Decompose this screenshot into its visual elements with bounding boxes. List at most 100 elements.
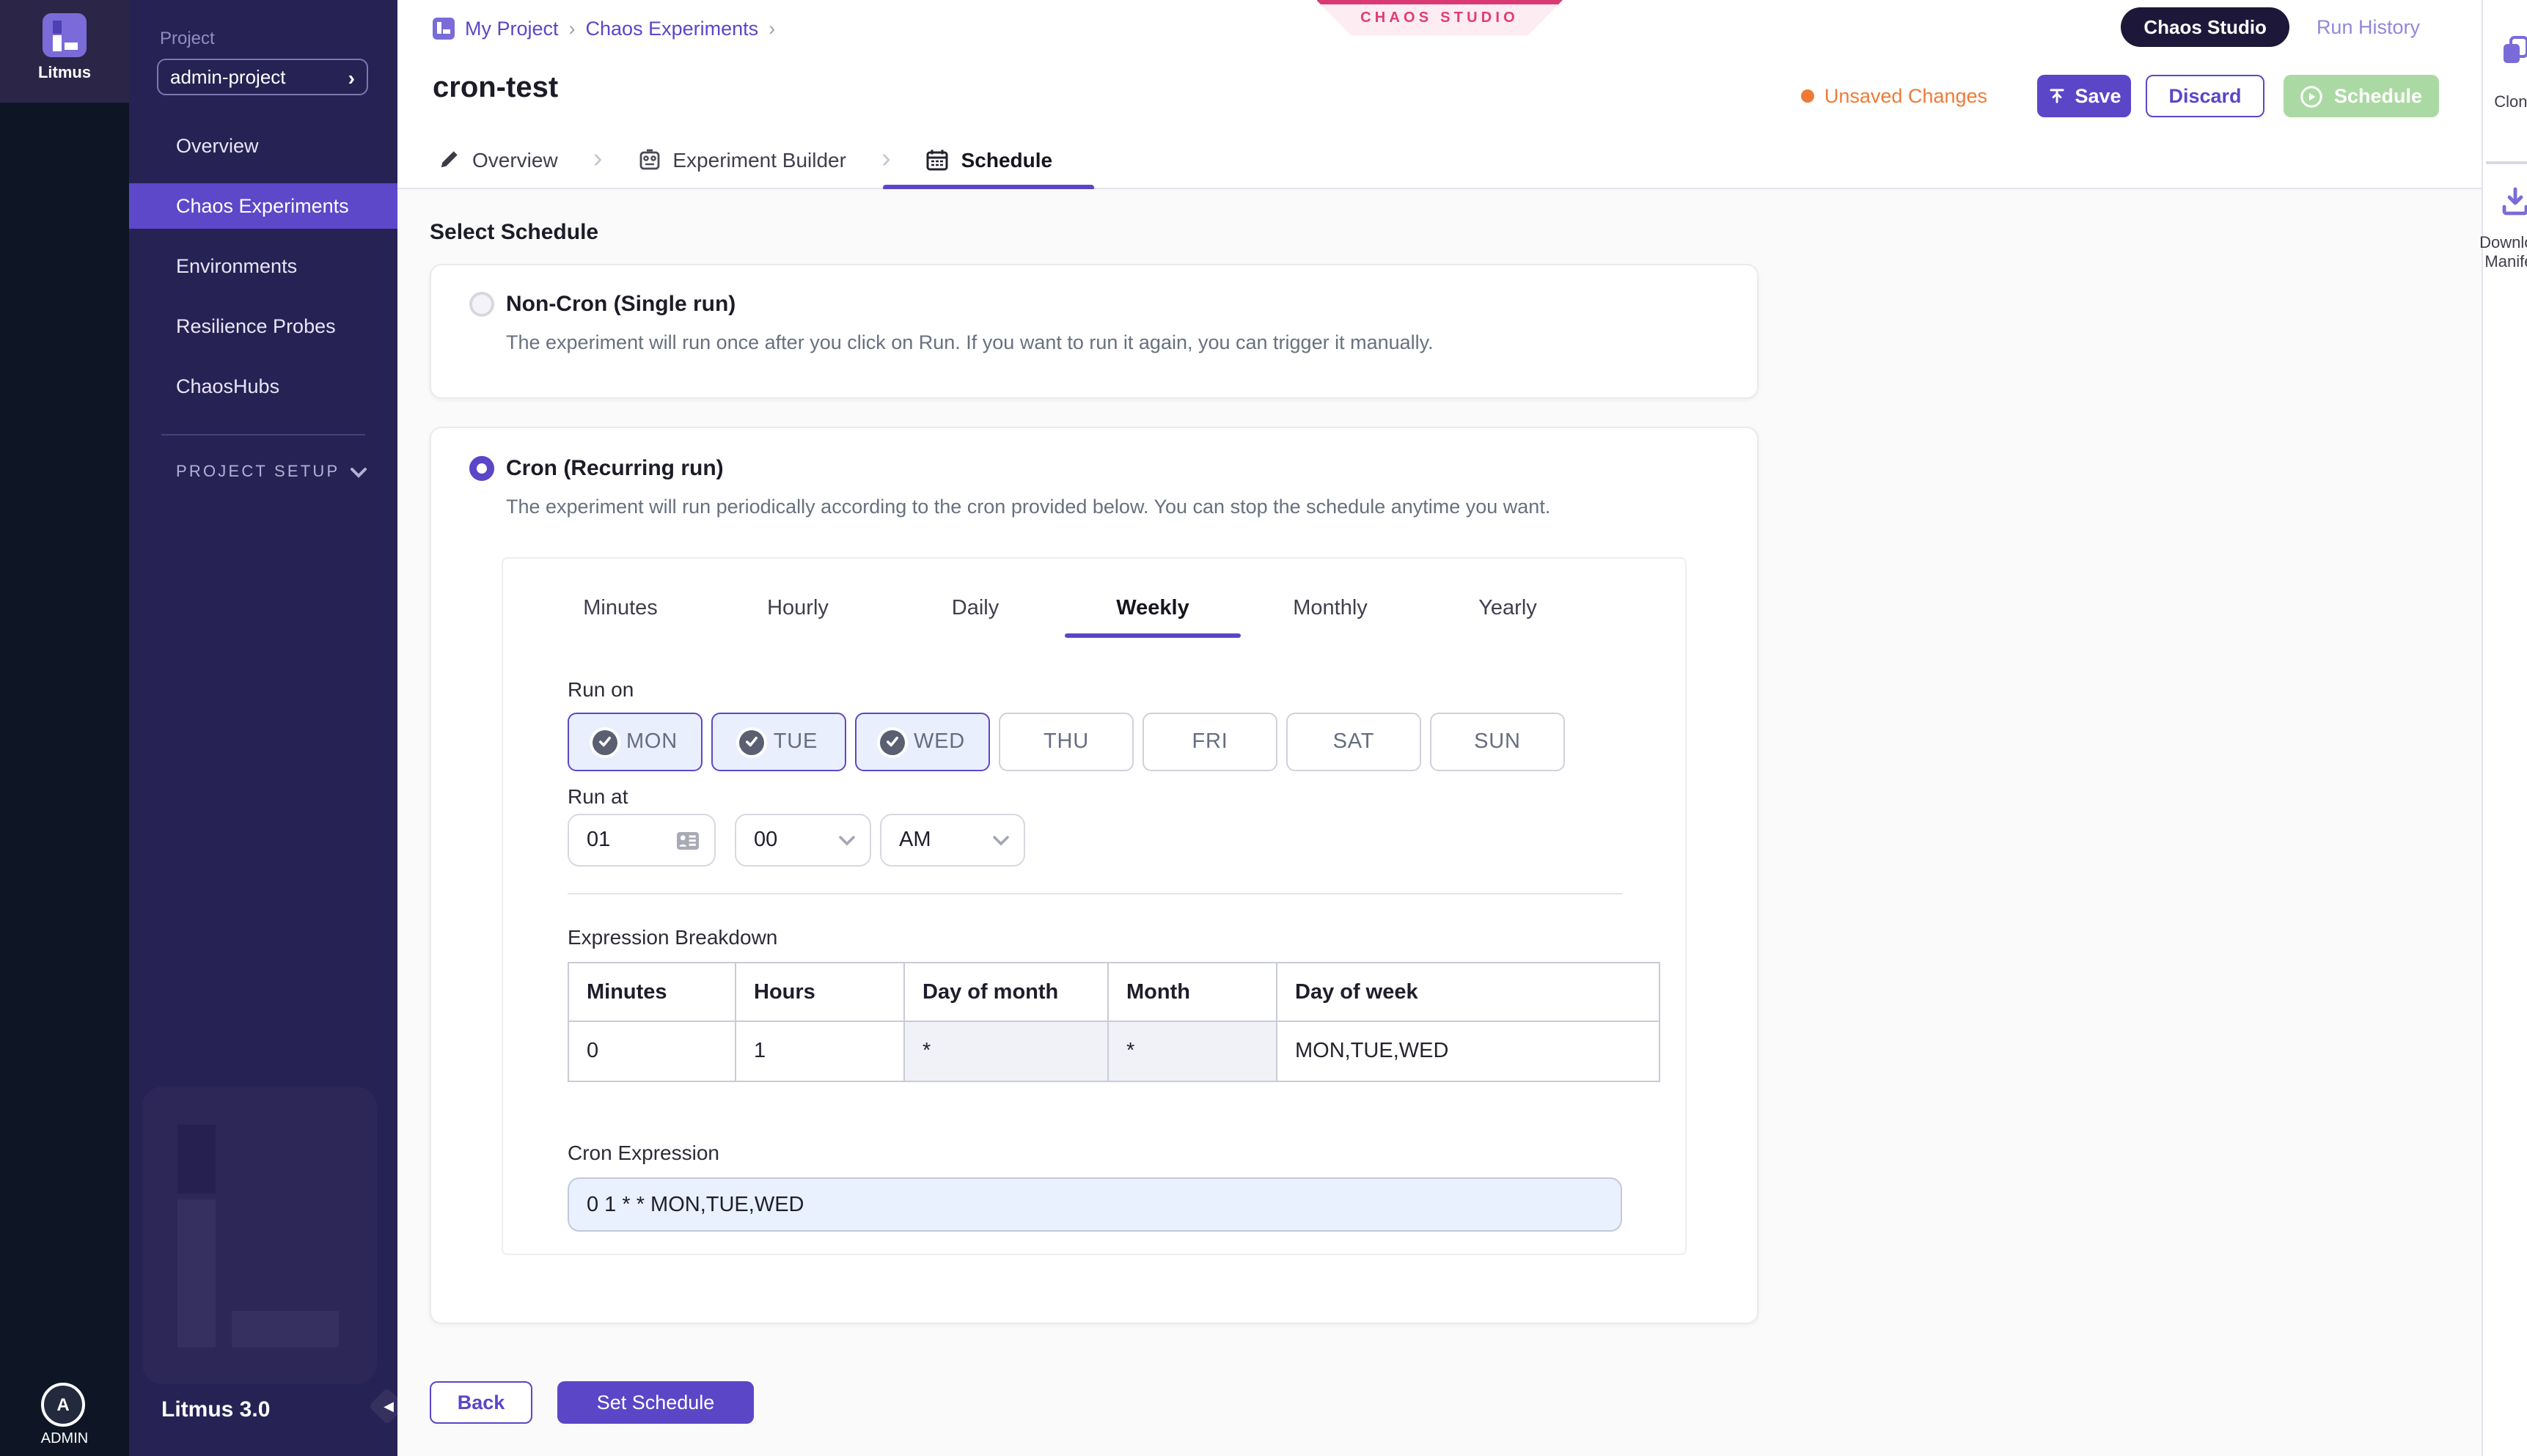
download-label: Download [2479,235,2527,254]
sidebar-divider [161,434,365,435]
sidebar-item-chaos-experiments[interactable]: Chaos Experiments [129,183,397,229]
freq-tab-weekly[interactable]: Weekly [1094,594,1211,623]
non-cron-description: The experiment will run once after you c… [506,330,1719,355]
cron-radio[interactable] [469,456,494,481]
pin-icon [2047,87,2066,106]
project-setup-toggle[interactable]: PROJECT SETUP [176,463,367,481]
litmus-logo-icon [43,13,87,57]
day-button-fri[interactable]: FRI [1143,713,1277,771]
tab-overview[interactable]: Overview [439,130,558,188]
chaos-studio-ribbon: CHAOS STUDIO [1316,0,1563,35]
clone-action[interactable]: Clone [2483,32,2527,113]
back-button[interactable]: Back [430,1381,532,1424]
builder-icon [637,147,661,171]
title-bar: cron-test Unsaved Changes Save Discard S… [397,56,2482,132]
cron-card: Cron (Recurring run) The experiment will… [430,427,1758,1324]
pencil-icon [439,148,461,170]
run-on-label: Run on [568,676,1685,702]
app-window: Litmus A ADMIN Project admin-project › O… [0,0,2527,1456]
sidebar-item-chaoshubs[interactable]: ChaosHubs [129,364,397,409]
ribbon-label: CHAOS STUDIO [1316,10,1563,26]
left-rail: Litmus A ADMIN [0,0,129,1456]
chevron-right-icon: › [348,67,355,87]
breadcrumb-chaos-experiments[interactable]: Chaos Experiments [586,17,759,39]
right-rail: Clone Download Manifest [2482,0,2527,1456]
footer-actions: Back Set Schedule [430,1381,2482,1424]
day-button-sat[interactable]: SAT [1286,713,1421,771]
freq-tab-minutes[interactable]: Minutes [562,594,679,623]
non-cron-card: Non-Cron (Single run) The experiment wil… [430,264,1758,399]
clone-label: Clone [2494,94,2527,113]
time-row: 01 00 AM [568,814,1685,867]
avatar[interactable]: A [41,1383,85,1427]
download-icon [2499,185,2527,217]
ribbon-top-bar [1316,0,1563,4]
title-actions: Unsaved Changes Save Discard Schedule [1801,75,2439,117]
unsaved-dot-icon [1801,89,1814,103]
set-schedule-button[interactable]: Set Schedule [557,1381,754,1424]
minute-select[interactable]: 00 [735,814,871,867]
expression-breakdown-label: Expression Breakdown [568,924,1685,950]
litmus-mini-logo-icon [433,17,455,39]
run-history-toggle[interactable]: Run History [2317,16,2420,38]
sidebar-item-overview[interactable]: Overview [129,123,397,169]
day-button-thu[interactable]: THU [999,713,1134,771]
download-manifest-action[interactable]: Download Manifest [2483,185,2527,273]
clone-icon [2498,32,2527,67]
sidebar-item-environments[interactable]: Environments [129,243,397,289]
chevron-down-icon [993,835,1009,845]
breadcrumb-my-project[interactable]: My Project [465,17,559,39]
breadcrumb-separator: › [569,17,576,39]
tab-schedule[interactable]: Schedule [926,130,1053,188]
ampm-select[interactable]: AM [880,814,1025,867]
day-button-mon[interactable]: MON [568,713,703,771]
cron-settings-box: Minutes Hourly Daily Weekly Monthly Year… [502,557,1687,1255]
cron-title: Cron (Recurring run) [506,456,724,481]
day-button-sun[interactable]: SUN [1430,713,1565,771]
check-icon [880,729,905,754]
tab-experiment-builder[interactable]: Experiment Builder [637,130,846,188]
hour-input[interactable]: 01 [568,814,716,867]
schedule-button[interactable]: Schedule [2284,75,2439,117]
check-icon [593,729,617,754]
project-select[interactable]: admin-project › [157,59,368,95]
chaos-studio-toggle[interactable]: Chaos Studio [2120,7,2290,47]
day-button-tue[interactable]: TUE [711,713,846,771]
freq-tab-daily[interactable]: Daily [917,594,1034,623]
freq-tab-yearly[interactable]: Yearly [1449,594,1566,623]
freq-tab-monthly[interactable]: Monthly [1272,594,1389,623]
project-select-value: admin-project [170,66,286,88]
project-label: Project [160,28,215,48]
right-rail-divider [2486,161,2527,164]
logo-block[interactable]: Litmus [0,0,129,103]
run-at-label: Run at [568,783,1685,809]
day-button-wed[interactable]: WED [855,713,990,771]
non-cron-title: Non-Cron (Single run) [506,292,736,317]
version-label: Litmus 3.0 [161,1397,270,1422]
download-label-2: Manifest [2484,254,2527,273]
days-row: MON TUE WED THU FRI SAT SUN [568,713,1685,771]
main-area: My Project › Chaos Experiments › CHAOS S… [397,0,2482,1456]
step-tabs: Overview › Experiment Builder › Schedule [397,130,2482,189]
logo-label: Litmus [0,65,129,82]
non-cron-radio[interactable] [469,292,494,317]
breadcrumb-separator: › [769,17,775,39]
chevron-down-icon [839,835,855,845]
expression-breakdown-table: Minutes Hours Day of month Month Day of … [568,962,1660,1082]
view-toggle: Chaos Studio Run History [2120,7,2420,47]
collapse-left-icon: ◀ [378,1394,399,1418]
sidebar-watermark [142,1087,377,1384]
unsaved-changes-badge: Unsaved Changes [1801,85,1987,107]
cron-expression-input[interactable]: 0 1 * * MON,TUE,WED [568,1177,1622,1232]
calendar-icon [926,147,950,171]
freq-tab-hourly[interactable]: Hourly [739,594,857,623]
save-button[interactable]: Save [2037,75,2131,117]
top-bar: My Project › Chaos Experiments › CHAOS S… [397,0,2482,56]
discard-button[interactable]: Discard [2146,75,2264,117]
cron-expression-label: Cron Expression [568,1139,1685,1166]
play-circle-icon [2300,84,2324,108]
table-header-row: Minutes Hours Day of month Month Day of … [568,963,1659,1021]
sidebar-item-resilience-probes[interactable]: Resilience Probes [129,304,397,349]
chevron-right-icon: › [593,143,603,175]
chevron-down-icon [351,467,367,477]
